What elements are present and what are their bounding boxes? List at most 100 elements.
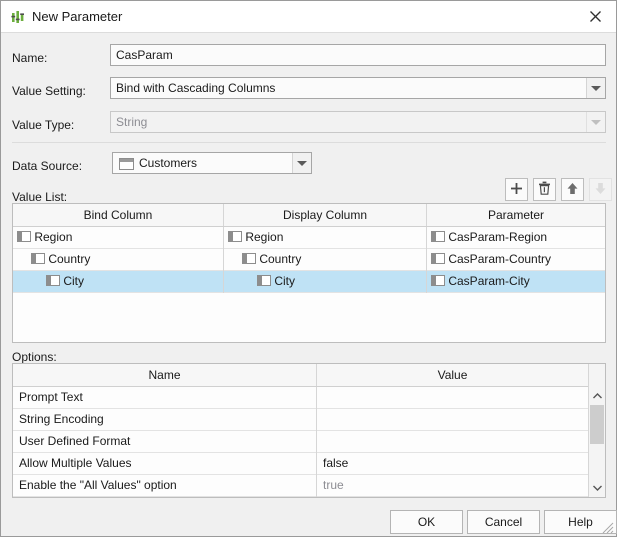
plus-icon bbox=[510, 182, 523, 198]
options-header: Name Value bbox=[13, 364, 589, 387]
cell-text: Country bbox=[259, 252, 302, 266]
option-value[interactable]: true bbox=[317, 475, 588, 496]
column-icon bbox=[228, 231, 242, 242]
column-icon bbox=[431, 275, 445, 286]
value-type-value: String bbox=[116, 115, 148, 129]
value-setting-combobox[interactable]: Bind with Cascading Columns bbox=[110, 77, 606, 99]
table-row[interactable]: String Encoding bbox=[13, 409, 589, 431]
cell-display[interactable]: Country bbox=[224, 249, 426, 270]
table-row[interactable]: Enable the "All Values" option true bbox=[13, 475, 589, 497]
column-header-parameter[interactable]: Parameter bbox=[427, 204, 605, 226]
table-row[interactable]: Allow Multiple Values false bbox=[13, 453, 589, 475]
table-row[interactable]: City City CasParam-City bbox=[13, 271, 605, 293]
cell-text: Country bbox=[48, 252, 91, 266]
header-divider bbox=[223, 204, 224, 226]
cell-divider bbox=[223, 227, 224, 249]
table-row[interactable]: Region Region CasParam-Region bbox=[13, 227, 605, 249]
cell-text: Region bbox=[245, 230, 284, 244]
window-title: New Parameter bbox=[32, 9, 123, 24]
column-header-bind[interactable]: Bind Column bbox=[13, 204, 223, 226]
cell-divider bbox=[426, 249, 427, 271]
value-setting-label: Value Setting: bbox=[12, 84, 86, 98]
move-up-button[interactable] bbox=[561, 178, 584, 201]
arrow-down-icon bbox=[594, 182, 607, 198]
trash-icon bbox=[538, 181, 551, 198]
scrollbar-thumb[interactable] bbox=[590, 405, 604, 444]
column-icon bbox=[431, 231, 445, 242]
cell-divider bbox=[316, 475, 317, 497]
header-divider bbox=[316, 364, 317, 386]
header-divider bbox=[426, 204, 427, 226]
options-grid[interactable]: Name Value Prompt Text String Encoding Use… bbox=[12, 363, 606, 498]
chevron-down-icon[interactable] bbox=[586, 78, 605, 98]
name-label: Name: bbox=[12, 51, 48, 65]
resize-grip[interactable] bbox=[602, 522, 614, 534]
delete-button[interactable] bbox=[533, 178, 556, 201]
title-bar: New Parameter bbox=[1, 1, 616, 33]
cell-text: City bbox=[63, 274, 85, 288]
chevron-down-icon bbox=[586, 112, 605, 132]
column-header-name[interactable]: Name bbox=[13, 364, 316, 386]
column-icon bbox=[242, 253, 256, 264]
cancel-button[interactable]: Cancel bbox=[467, 510, 540, 534]
cell-display[interactable]: Region bbox=[224, 227, 426, 248]
cell-bind[interactable]: Region bbox=[13, 227, 223, 248]
value-list-label: Value List: bbox=[12, 190, 68, 204]
close-icon[interactable] bbox=[574, 1, 616, 32]
cell-text: Region bbox=[34, 230, 73, 244]
ok-button[interactable]: OK bbox=[390, 510, 463, 534]
table-row[interactable]: Country Country CasParam-Country bbox=[13, 249, 605, 271]
cell-parameter[interactable]: CasParam-Region bbox=[427, 227, 605, 248]
table-row[interactable]: Prompt Text bbox=[13, 387, 589, 409]
cell-text: CasParam-City bbox=[448, 274, 530, 288]
table-row[interactable]: User Defined Format bbox=[13, 431, 589, 453]
new-parameter-dialog: New Parameter Name: CasParam Value Setti… bbox=[0, 0, 617, 537]
data-source-label: Data Source: bbox=[12, 159, 83, 173]
value-list-header: Bind Column Display Column Parameter bbox=[13, 204, 605, 227]
option-value[interactable] bbox=[317, 387, 588, 408]
column-icon bbox=[46, 275, 60, 286]
option-value[interactable]: false bbox=[317, 453, 588, 474]
cell-bind[interactable]: City bbox=[13, 271, 223, 292]
cell-text: CasParam-Country bbox=[448, 252, 552, 266]
column-icon bbox=[431, 253, 445, 264]
section-divider bbox=[12, 142, 606, 143]
chevron-down-icon[interactable] bbox=[292, 153, 311, 173]
option-value[interactable] bbox=[317, 431, 588, 452]
option-name: String Encoding bbox=[19, 412, 104, 426]
name-input[interactable]: CasParam bbox=[110, 44, 606, 66]
cell-bind[interactable]: Country bbox=[13, 249, 223, 270]
option-name: Prompt Text bbox=[19, 390, 83, 404]
option-name: User Defined Format bbox=[19, 434, 131, 448]
value-type-combobox: String bbox=[110, 111, 606, 133]
value-type-label: Value Type: bbox=[12, 118, 75, 132]
cell-display[interactable]: City bbox=[224, 271, 426, 292]
value-setting-value: Bind with Cascading Columns bbox=[116, 81, 276, 95]
arrow-up-icon bbox=[566, 182, 579, 198]
option-value[interactable] bbox=[317, 409, 588, 430]
grid-empty-area[interactable] bbox=[13, 293, 605, 343]
move-down-button bbox=[589, 178, 612, 201]
cell-parameter[interactable]: CasParam-City bbox=[427, 271, 605, 292]
data-source-combobox[interactable]: Customers bbox=[112, 152, 312, 174]
cell-divider bbox=[426, 227, 427, 249]
column-header-display[interactable]: Display Column bbox=[224, 204, 426, 226]
column-icon bbox=[17, 231, 31, 242]
options-label: Options: bbox=[12, 350, 57, 364]
cell-parameter[interactable]: CasParam-Country bbox=[427, 249, 605, 270]
option-name: Enable the "All Values" option bbox=[19, 478, 177, 492]
add-button[interactable] bbox=[505, 178, 528, 201]
column-icon bbox=[257, 275, 271, 286]
data-source-value: Customers bbox=[139, 156, 198, 170]
value-list-grid[interactable]: Bind Column Display Column Parameter Reg… bbox=[12, 203, 606, 343]
cell-divider bbox=[223, 271, 224, 293]
cell-divider bbox=[426, 271, 427, 293]
table-icon bbox=[119, 158, 134, 170]
cell-divider bbox=[223, 249, 224, 271]
column-header-value[interactable]: Value bbox=[317, 364, 588, 386]
options-scrollbar[interactable] bbox=[588, 364, 605, 497]
cell-divider bbox=[316, 453, 317, 475]
scroll-down-button[interactable] bbox=[589, 479, 605, 496]
cell-divider bbox=[316, 409, 317, 431]
scroll-up-button[interactable] bbox=[589, 387, 605, 404]
